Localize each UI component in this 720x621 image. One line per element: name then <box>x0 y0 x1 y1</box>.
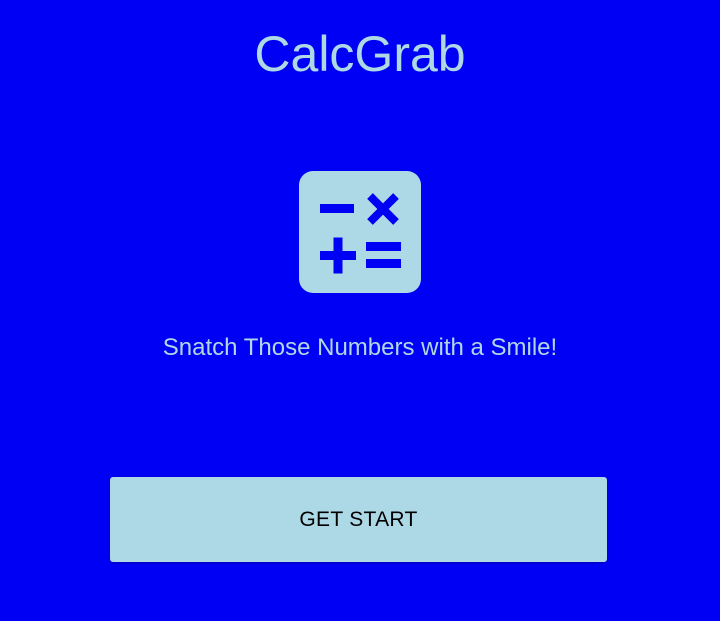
get-start-button[interactable]: GET START <box>110 477 607 562</box>
minus-glyph <box>320 204 354 213</box>
calculator-icon <box>299 171 421 293</box>
calculator-operators-icon <box>320 193 401 274</box>
times-glyph <box>367 193 399 225</box>
tagline: Snatch Those Numbers with a Smile! <box>162 334 558 361</box>
app-title: CalcGrab <box>254 26 466 82</box>
equals-glyph <box>366 242 401 268</box>
plus-glyph <box>320 237 356 274</box>
